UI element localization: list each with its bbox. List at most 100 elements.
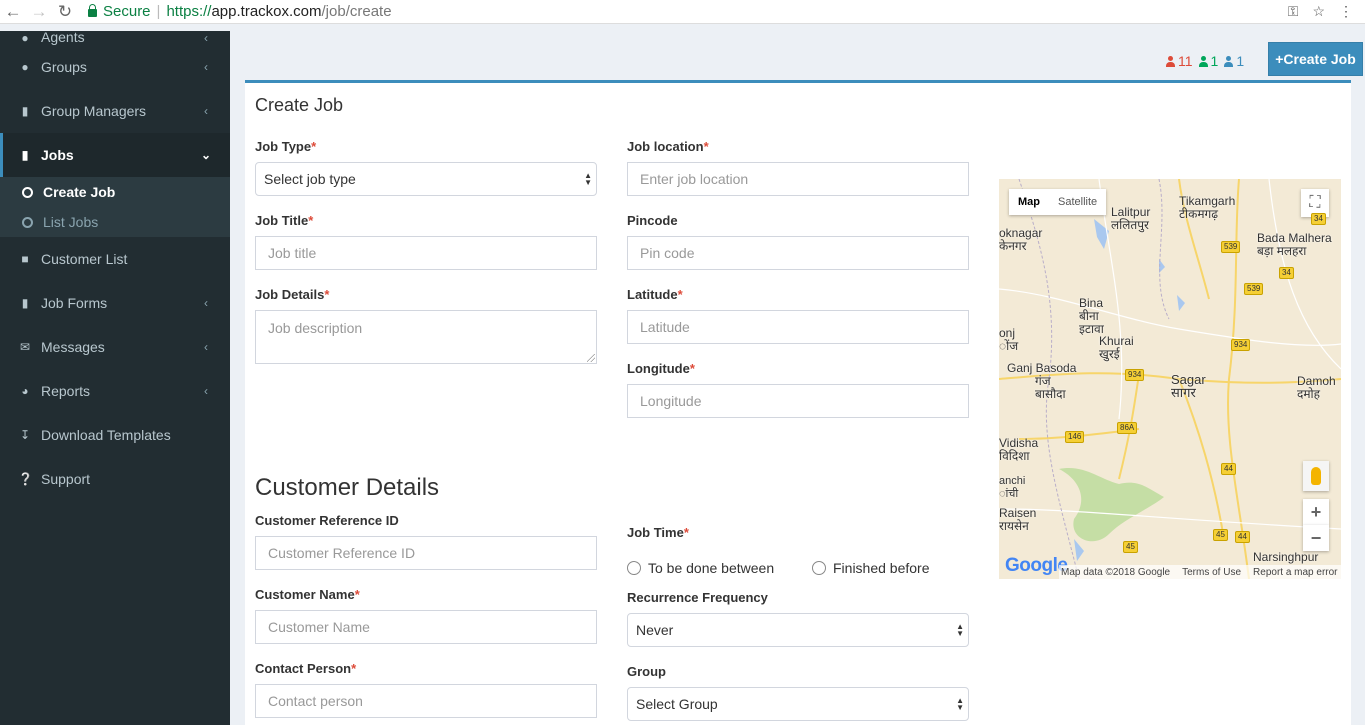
- zoom-out-icon[interactable]: −: [1303, 525, 1329, 551]
- back-arrow-icon[interactable]: ←: [0, 0, 26, 24]
- highway-marker: 34: [1279, 267, 1294, 279]
- envelope-icon: ✉: [19, 340, 31, 354]
- submenu-item-list-jobs[interactable]: List Jobs: [0, 207, 230, 237]
- sidebar-item-reports[interactable]: ◕ Reports ‹: [0, 369, 230, 413]
- chevron-left-icon: ‹: [204, 60, 208, 74]
- radio-circle[interactable]: [627, 561, 641, 575]
- sidebar-item-messages[interactable]: ✉ Messages ‹: [0, 325, 230, 369]
- sidebar-item-download-templates[interactable]: ↧ Download Templates: [0, 413, 230, 457]
- url-path: /job/create: [321, 3, 392, 20]
- key-icon[interactable]: ⚿: [1288, 3, 1299, 20]
- group-select[interactable]: Select Group ▲ ▼: [627, 687, 969, 721]
- sidebar-item-label: Jobs: [41, 147, 74, 163]
- map-label-damoh: Damoh दमोह: [1297, 374, 1336, 401]
- customer-reference-label: Customer Reference ID: [255, 513, 399, 528]
- customer-name-label: Customer Name*: [255, 587, 360, 602]
- job-details-label: Job Details*: [255, 287, 330, 302]
- map-type-satellite[interactable]: Satellite: [1049, 189, 1106, 215]
- map-label-sagar: Sagar सागर: [1171, 372, 1206, 400]
- highway-marker: 45: [1213, 529, 1228, 541]
- job-location-label: Job location*: [627, 139, 709, 154]
- map-label-oknagar: oknagar केनगर: [999, 226, 1043, 253]
- customer-details-heading: Customer Details: [255, 474, 440, 501]
- map-label-lalitpur: Lalitpur ललितपुर: [1111, 205, 1151, 232]
- submenu-item-label: Create Job: [43, 184, 116, 200]
- map-label-bada-malhera: Bada Malhera बड़ा मलहरा: [1257, 231, 1332, 258]
- pincode-input[interactable]: Pin code: [627, 236, 969, 270]
- radio-circle[interactable]: [812, 561, 826, 575]
- customer-name-input[interactable]: Customer Name: [255, 610, 597, 644]
- highway-marker: 539: [1244, 283, 1264, 295]
- contact-person-input[interactable]: Contact person: [255, 684, 597, 718]
- longitude-input[interactable]: Longitude: [627, 384, 969, 418]
- job-type-label: Job Type*: [255, 139, 317, 154]
- reload-icon[interactable]: ↻: [52, 0, 78, 24]
- job-details-textarea[interactable]: Job description: [255, 310, 597, 364]
- job-type-value: Select job type: [264, 171, 356, 187]
- sidebar-item-job-forms[interactable]: ▮ Job Forms ‹: [0, 281, 230, 325]
- submenu-item-create-job[interactable]: Create Job: [0, 177, 230, 207]
- sidebar-item-support[interactable]: ❔ Support: [0, 457, 230, 501]
- sidebar-item-label: Messages: [41, 339, 105, 355]
- sidebar-item-label: Customer List: [41, 251, 128, 267]
- sidebar-item-group-managers[interactable]: ▮ Group Managers ‹: [0, 89, 230, 133]
- blue-count[interactable]: 1: [1224, 53, 1244, 69]
- briefcase-icon: ■: [21, 252, 29, 266]
- lock-icon: [88, 3, 97, 17]
- address-bar[interactable]: Secure | https:// app.trackox.com /job/c…: [78, 0, 1288, 24]
- group-value: Select Group: [636, 696, 718, 712]
- sidebar-item-groups[interactable]: ● Groups ‹: [0, 45, 230, 89]
- user-icon: ●: [21, 31, 29, 45]
- red-count[interactable]: 11: [1166, 53, 1193, 69]
- zoom-in-icon[interactable]: +: [1303, 499, 1329, 525]
- sidebar-item-label: Agents: [41, 31, 85, 45]
- forward-arrow-icon[interactable]: →: [26, 0, 52, 24]
- map-label-bina: Bina बीना इटावा: [1079, 296, 1104, 336]
- location-map[interactable]: Map Satellite ⛶ + − Tikamgarh टीकमगढ़ Lal…: [999, 179, 1341, 579]
- sidebar-item-label: Groups: [41, 59, 87, 75]
- highway-marker: 539: [1221, 241, 1241, 253]
- download-icon: ↧: [19, 428, 31, 442]
- secure-label: Secure: [103, 3, 151, 20]
- users-icon: ●: [21, 60, 29, 74]
- chevron-left-icon: ‹: [204, 296, 208, 310]
- highway-marker: 34: [1311, 213, 1326, 225]
- radio-finished-before[interactable]: Finished before: [812, 560, 930, 576]
- map-label-anchi: anchiांची: [999, 475, 1026, 500]
- circle-icon: [22, 216, 33, 228]
- pie-chart-icon: ◕: [21, 384, 29, 398]
- job-title-input[interactable]: Job title: [255, 236, 597, 270]
- latitude-input[interactable]: Latitude: [627, 310, 969, 344]
- green-count[interactable]: 1: [1198, 53, 1218, 69]
- map-type-map[interactable]: Map: [1009, 189, 1049, 215]
- create-job-button[interactable]: +Create Job: [1268, 42, 1363, 76]
- job-time-label: Job Time*: [627, 525, 689, 540]
- radio-label: To be done between: [648, 560, 775, 576]
- recurrence-select[interactable]: Never ▲ ▼: [627, 613, 969, 647]
- sidebar-item-label: Reports: [41, 383, 91, 399]
- sidebar-item-label: Support: [41, 471, 91, 487]
- sidebar-item-label: Download Templates: [41, 427, 171, 443]
- chevron-left-icon: ‹: [204, 384, 208, 398]
- select-arrows-icon: ▲ ▼: [956, 622, 964, 638]
- latitude-label: Latitude*: [627, 287, 683, 302]
- select-arrows-icon: ▲ ▼: [956, 696, 964, 712]
- map-label-vidisha: Vidisha विदिशा: [999, 436, 1039, 463]
- radio-to-be-done-between[interactable]: To be done between: [627, 560, 774, 576]
- report-map-error-link[interactable]: Report a map error: [1253, 567, 1337, 578]
- sidebar-item-customer-list[interactable]: ■ Customer List: [0, 237, 230, 281]
- job-location-input[interactable]: Enter job location: [627, 162, 969, 196]
- browser-toolbar: ← → ↻ Secure | https:// app.trackox.com …: [0, 0, 1365, 24]
- customer-reference-input[interactable]: Customer Reference ID: [255, 536, 597, 570]
- recurrence-value: Never: [636, 622, 674, 638]
- job-type-select[interactable]: Select job type ▲ ▼: [255, 162, 597, 196]
- sidebar-item-jobs[interactable]: ▮ Jobs ⌄: [0, 133, 230, 177]
- star-icon[interactable]: ☆: [1312, 3, 1325, 20]
- terms-of-use-link[interactable]: Terms of Use: [1182, 567, 1241, 578]
- resize-grip-icon[interactable]: [587, 354, 595, 362]
- menu-dots-icon[interactable]: ⋮: [1339, 3, 1353, 20]
- highway-marker: 44: [1235, 531, 1250, 543]
- pegman-icon[interactable]: [1303, 461, 1329, 491]
- contact-person-label: Contact Person*: [255, 661, 357, 676]
- sidebar-item-agents[interactable]: ● Agents ‹: [0, 31, 230, 45]
